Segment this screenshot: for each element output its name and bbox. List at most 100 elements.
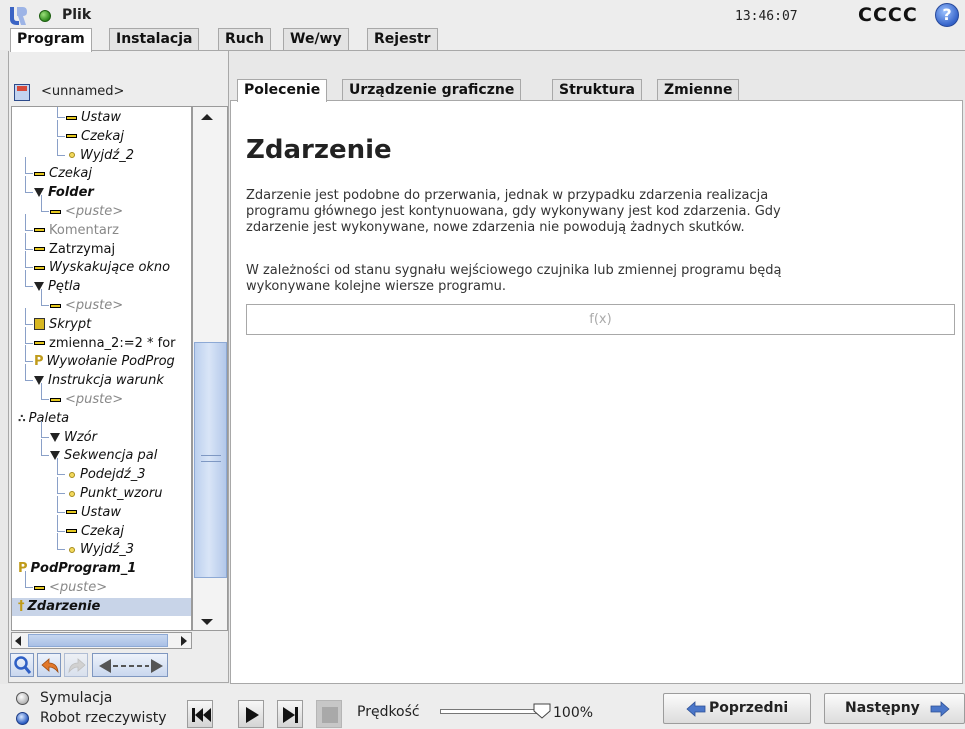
event-icon: † <box>18 598 25 614</box>
tree-item[interactable]: Sekwencja pal <box>50 447 157 465</box>
arrow-right-icon <box>930 701 950 717</box>
dash-icon <box>66 110 81 125</box>
tree-connector <box>25 232 33 250</box>
tree-item[interactable]: P PodProgram_1 <box>18 560 136 578</box>
tree-item[interactable]: Wyskakujące okno <box>34 259 170 277</box>
speed-label: Prędkość <box>357 704 420 720</box>
tree-toolbar <box>10 652 228 680</box>
tree-item[interactable]: Czekaj <box>66 523 124 541</box>
tree-connector <box>57 458 65 476</box>
tree-connector <box>41 195 49 212</box>
tree-item-label: <puste> <box>49 580 108 595</box>
tree-connector <box>25 213 33 231</box>
tree-horizontal-scrollbar[interactable] <box>11 632 192 649</box>
tree-item[interactable]: † Zdarzenie <box>12 597 191 616</box>
program-name-row: <unnamed> <box>10 82 228 104</box>
tree-item[interactable]: Wyjdź_2 <box>66 147 134 165</box>
waypoint-icon <box>66 542 80 557</box>
redo-icon <box>68 658 86 674</box>
tab-program[interactable]: Program <box>10 28 92 52</box>
simulation-radio[interactable] <box>16 692 29 705</box>
tree-item-label: Ustaw <box>81 504 121 520</box>
tree-item[interactable]: Ustaw <box>66 109 121 127</box>
real-robot-label: Robot rzeczywisty <box>40 710 167 726</box>
step-button[interactable] <box>277 700 303 728</box>
tree-item-label: Czekaj <box>49 166 93 182</box>
tree-item[interactable]: Ustaw <box>66 504 121 522</box>
tree-item-label: Wywołanie PodProg <box>46 354 175 370</box>
rewind-button[interactable] <box>187 700 213 728</box>
tab-we-wy[interactable]: We/wy <box>283 28 349 51</box>
tab-instalacja[interactable]: Instalacja <box>109 28 200 51</box>
tree-item[interactable]: Wzór <box>50 429 97 447</box>
tree-item[interactable]: <puste> <box>50 391 123 409</box>
play-button[interactable] <box>238 700 264 728</box>
file-status-icon <box>39 10 51 22</box>
tree-connector <box>25 157 33 175</box>
tree-connector <box>25 270 33 288</box>
previous-button[interactable]: Poprzedni <box>663 693 811 724</box>
next-button[interactable]: Następny <box>824 693 965 724</box>
page-title: Zdarzenie <box>246 135 392 165</box>
scroll-thumb[interactable] <box>194 342 227 578</box>
stop-button[interactable] <box>316 700 342 728</box>
collapse-expand-button[interactable] <box>92 653 168 677</box>
scroll-right-icon[interactable] <box>181 636 187 646</box>
dash-icon <box>34 242 49 257</box>
scroll-up-icon[interactable] <box>201 114 213 120</box>
tree-item-label: Czekaj <box>81 523 125 539</box>
tree-item-label: Sekwencja pal <box>64 448 158 464</box>
redo-button[interactable] <box>64 653 88 677</box>
tree-item-label: PodProgram_1 <box>30 561 137 577</box>
tree-vertical-scrollbar[interactable] <box>192 106 228 631</box>
dash-icon <box>66 505 81 520</box>
tree-item-label: Podejdź_3 <box>80 467 146 483</box>
tree-item[interactable]: Punkt_wzoru <box>66 485 162 503</box>
tab-zmienne[interactable]: Zmienne <box>657 79 740 101</box>
tab-urzadzenie-graficzne[interactable]: Urządzenie graficzne <box>342 79 522 101</box>
program-tree[interactable]: Ustaw Czekaj Wyjdź_2 Czekaj Folder <puste> Kom… <box>11 106 192 631</box>
tab-ruch[interactable]: Ruch <box>218 28 272 51</box>
script-icon <box>34 317 49 332</box>
tree-item-label: Komentarz <box>49 222 119 238</box>
description-line: W zależności od stanu sygnału wejścioweg… <box>246 263 782 278</box>
save-icon[interactable] <box>14 84 30 101</box>
tree-item[interactable]: <puste> <box>34 579 107 597</box>
tree-item[interactable]: Instrukcja warunk <box>34 372 164 390</box>
tree-item[interactable]: <puste> <box>50 297 123 315</box>
tree-item[interactable]: Wyjdź_3 <box>66 541 134 559</box>
undo-button[interactable] <box>37 653 61 677</box>
tab-struktura[interactable]: Struktura <box>552 79 642 101</box>
tree-item[interactable]: zmienna_2:=2 * for <box>34 335 176 353</box>
program-name: <unnamed> <box>41 84 125 99</box>
description-paragraph-2: W zależności od stanu sygnału wejścioweg… <box>246 263 946 295</box>
tree-item[interactable]: Zatrzymaj <box>34 241 115 259</box>
speed-slider[interactable] <box>440 709 540 714</box>
dash-icon <box>50 298 65 313</box>
tree-item[interactable]: Skrypt <box>34 316 91 334</box>
tab-rejestr[interactable]: Rejestr <box>367 28 438 51</box>
real-robot-radio[interactable] <box>16 712 29 725</box>
tree-connector <box>57 119 65 137</box>
undo-icon <box>41 658 59 674</box>
expression-field[interactable]: f(x) <box>246 304 955 335</box>
tree-item[interactable]: P Wywołanie PodProg <box>34 353 175 371</box>
tree-item-label: Wyjdź_2 <box>80 147 135 163</box>
double-arrow-icon <box>99 659 163 673</box>
scroll-thumb-horizontal[interactable] <box>28 634 168 647</box>
search-button[interactable] <box>10 653 34 677</box>
help-icon[interactable]: ? <box>935 3 959 27</box>
tree-item[interactable]: Czekaj <box>34 165 92 183</box>
tree-item[interactable]: Czekaj <box>66 128 124 146</box>
tree-item[interactable]: Podejdź_3 <box>66 466 146 484</box>
scroll-left-icon[interactable] <box>15 636 21 646</box>
tree-item[interactable]: <puste> <box>50 203 123 221</box>
scroll-down-icon[interactable] <box>201 619 213 625</box>
tree-item[interactable]: Komentarz <box>34 222 119 240</box>
speed-slider-knob[interactable] <box>532 702 552 720</box>
file-menu[interactable]: Plik <box>62 7 91 23</box>
tree-item-label: Punkt_wzoru <box>80 486 163 501</box>
speed-value: 100% <box>553 705 594 721</box>
tab-polecenie[interactable]: Polecenie <box>237 79 328 102</box>
tree-item-label: zmienna_2:=2 * for <box>49 335 176 351</box>
